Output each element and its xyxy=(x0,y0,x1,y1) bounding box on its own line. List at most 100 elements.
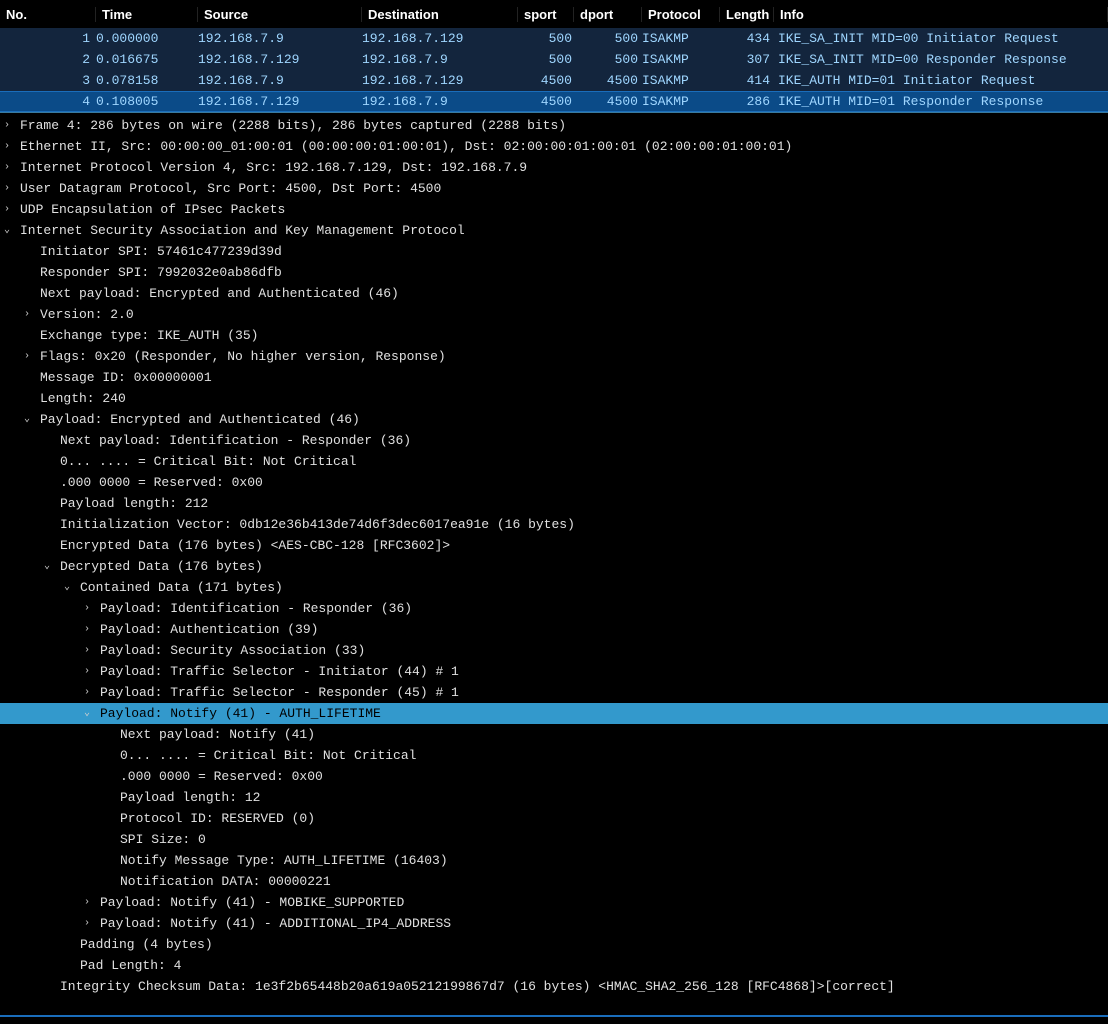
expand-icon[interactable] xyxy=(80,682,94,703)
collapse-icon[interactable] xyxy=(0,220,14,241)
tree-item[interactable]: Notification DATA: 00000221 xyxy=(0,871,1108,892)
packet-cell: 500 xyxy=(574,52,642,67)
tree-item[interactable]: Payload length: 12 xyxy=(0,787,1108,808)
tree-item[interactable]: .000 0000 = Reserved: 0x00 xyxy=(0,472,1108,493)
tree-udp[interactable]: User Datagram Protocol, Src Port: 4500, … xyxy=(0,178,1108,199)
packet-row[interactable]: 30.078158192.168.7.9192.168.7.1294500450… xyxy=(0,70,1108,91)
tree-item[interactable]: 0... .... = Critical Bit: Not Critical xyxy=(0,451,1108,472)
packet-details-tree[interactable]: Frame 4: 286 bytes on wire (2288 bits), … xyxy=(0,113,1108,997)
tree-item[interactable]: SPI Size: 0 xyxy=(0,829,1108,850)
col-header-time[interactable]: Time xyxy=(96,7,198,22)
col-header-dport[interactable]: dport xyxy=(574,7,642,22)
expand-icon[interactable] xyxy=(80,619,94,640)
packet-cell: 192.168.7.129 xyxy=(362,73,518,88)
col-header-sport[interactable]: sport xyxy=(518,7,574,22)
tree-item[interactable]: Payload: Traffic Selector - Initiator (4… xyxy=(0,661,1108,682)
expand-icon[interactable] xyxy=(0,115,14,136)
tree-label: Payload: Notify (41) - ADDITIONAL_IP4_AD… xyxy=(94,913,451,934)
collapse-icon[interactable] xyxy=(40,556,54,577)
tree-item[interactable]: 0... .... = Critical Bit: Not Critical xyxy=(0,745,1108,766)
col-header-proto[interactable]: Protocol xyxy=(642,7,720,22)
tree-ip[interactable]: Internet Protocol Version 4, Src: 192.16… xyxy=(0,157,1108,178)
col-header-info[interactable]: Info xyxy=(774,7,1108,22)
splitter[interactable] xyxy=(0,1015,1108,1017)
tree-label: Message ID: 0x00000001 xyxy=(34,367,212,388)
tree-label: Notification DATA: 00000221 xyxy=(114,871,331,892)
tree-item[interactable]: Payload: Notify (41) - ADDITIONAL_IP4_AD… xyxy=(0,913,1108,934)
packet-cell: 434 xyxy=(720,31,774,46)
tree-item[interactable]: Protocol ID: RESERVED (0) xyxy=(0,808,1108,829)
col-header-dst[interactable]: Destination xyxy=(362,7,518,22)
tree-label: Internet Protocol Version 4, Src: 192.16… xyxy=(14,157,527,178)
col-header-src[interactable]: Source xyxy=(198,7,362,22)
tree-isakmp[interactable]: Internet Security Association and Key Ma… xyxy=(0,220,1108,241)
packet-cell: 4500 xyxy=(518,94,574,109)
tree-item[interactable]: Next payload: Identification - Responder… xyxy=(0,430,1108,451)
expand-icon[interactable] xyxy=(0,136,14,157)
tree-item[interactable]: Flags: 0x20 (Responder, No higher versio… xyxy=(0,346,1108,367)
tree-label: Frame 4: 286 bytes on wire (2288 bits), … xyxy=(14,115,566,136)
expand-icon[interactable] xyxy=(80,661,94,682)
tree-item[interactable]: Payload: Notify (41) - MOBIKE_SUPPORTED xyxy=(0,892,1108,913)
tree-item[interactable]: Payload: Identification - Responder (36) xyxy=(0,598,1108,619)
col-header-len[interactable]: Length xyxy=(720,7,774,22)
packet-row[interactable]: 10.000000192.168.7.9192.168.7.129500500I… xyxy=(0,28,1108,49)
packet-cell: 4500 xyxy=(518,73,574,88)
tree-label: Integrity Checksum Data: 1e3f2b65448b20a… xyxy=(54,976,895,997)
expand-icon[interactable] xyxy=(20,304,34,325)
expand-icon[interactable] xyxy=(0,199,14,220)
tree-label: Payload length: 212 xyxy=(54,493,208,514)
tree-item[interactable]: Next payload: Encrypted and Authenticate… xyxy=(0,283,1108,304)
packet-row[interactable]: 40.108005192.168.7.129192.168.7.94500450… xyxy=(0,91,1108,112)
tree-item[interactable]: .000 0000 = Reserved: 0x00 xyxy=(0,766,1108,787)
packet-cell: 1 xyxy=(0,31,96,46)
tree-label: Flags: 0x20 (Responder, No higher versio… xyxy=(34,346,446,367)
tree-item[interactable]: Pad Length: 4 xyxy=(0,955,1108,976)
tree-item[interactable]: Payload: Security Association (33) xyxy=(0,640,1108,661)
tree-item[interactable]: Length: 240 xyxy=(0,388,1108,409)
expand-icon[interactable] xyxy=(80,598,94,619)
tree-item[interactable]: Message ID: 0x00000001 xyxy=(0,367,1108,388)
tree-item[interactable]: Payload: Authentication (39) xyxy=(0,619,1108,640)
expand-icon[interactable] xyxy=(0,178,14,199)
tree-enc-payload[interactable]: Payload: Encrypted and Authenticated (46… xyxy=(0,409,1108,430)
tree-item[interactable]: Next payload: Notify (41) xyxy=(0,724,1108,745)
tree-item[interactable]: Integrity Checksum Data: 1e3f2b65448b20a… xyxy=(0,976,1108,997)
packet-cell: 0.016675 xyxy=(96,52,198,67)
tree-udp-encap[interactable]: UDP Encapsulation of IPsec Packets xyxy=(0,199,1108,220)
collapse-icon[interactable] xyxy=(20,409,34,430)
expand-icon[interactable] xyxy=(0,157,14,178)
tree-contained[interactable]: Contained Data (171 bytes) xyxy=(0,577,1108,598)
tree-item[interactable]: Responder SPI: 7992032e0ab86dfb xyxy=(0,262,1108,283)
tree-notify-auth-lifetime[interactable]: Payload: Notify (41) - AUTH_LIFETIME xyxy=(0,703,1108,724)
packet-cell: 192.168.7.129 xyxy=(198,94,362,109)
tree-item[interactable]: Initialization Vector: 0db12e36b413de74d… xyxy=(0,514,1108,535)
tree-item[interactable]: Encrypted Data (176 bytes) <AES-CBC-128 … xyxy=(0,535,1108,556)
tree-item[interactable]: Padding (4 bytes) xyxy=(0,934,1108,955)
expand-icon[interactable] xyxy=(20,346,34,367)
packet-cell: ISAKMP xyxy=(642,52,720,67)
packet-cell: 286 xyxy=(720,94,774,109)
packet-list[interactable]: No. Time Source Destination sport dport … xyxy=(0,0,1108,113)
packet-cell: ISAKMP xyxy=(642,94,720,109)
tree-label: UDP Encapsulation of IPsec Packets xyxy=(14,199,285,220)
tree-item[interactable]: Payload length: 212 xyxy=(0,493,1108,514)
collapse-icon[interactable] xyxy=(60,577,74,598)
tree-ethernet[interactable]: Ethernet II, Src: 00:00:00_01:00:01 (00:… xyxy=(0,136,1108,157)
tree-item[interactable]: Notify Message Type: AUTH_LIFETIME (1640… xyxy=(0,850,1108,871)
packet-cell: 4 xyxy=(0,94,96,109)
collapse-icon[interactable] xyxy=(80,703,94,724)
tree-item[interactable]: Initiator SPI: 57461c477239d39d xyxy=(0,241,1108,262)
tree-item[interactable]: Version: 2.0 xyxy=(0,304,1108,325)
expand-icon[interactable] xyxy=(80,892,94,913)
col-header-no[interactable]: No. xyxy=(0,7,96,22)
tree-label: Encrypted Data (176 bytes) <AES-CBC-128 … xyxy=(54,535,450,556)
tree-item[interactable]: Exchange type: IKE_AUTH (35) xyxy=(0,325,1108,346)
expand-icon[interactable] xyxy=(80,913,94,934)
packet-row[interactable]: 20.016675192.168.7.129192.168.7.9500500I… xyxy=(0,49,1108,70)
expand-icon[interactable] xyxy=(80,640,94,661)
tree-label: Payload: Traffic Selector - Initiator (4… xyxy=(94,661,459,682)
tree-decrypted[interactable]: Decrypted Data (176 bytes) xyxy=(0,556,1108,577)
tree-item[interactable]: Payload: Traffic Selector - Responder (4… xyxy=(0,682,1108,703)
tree-frame[interactable]: Frame 4: 286 bytes on wire (2288 bits), … xyxy=(0,115,1108,136)
